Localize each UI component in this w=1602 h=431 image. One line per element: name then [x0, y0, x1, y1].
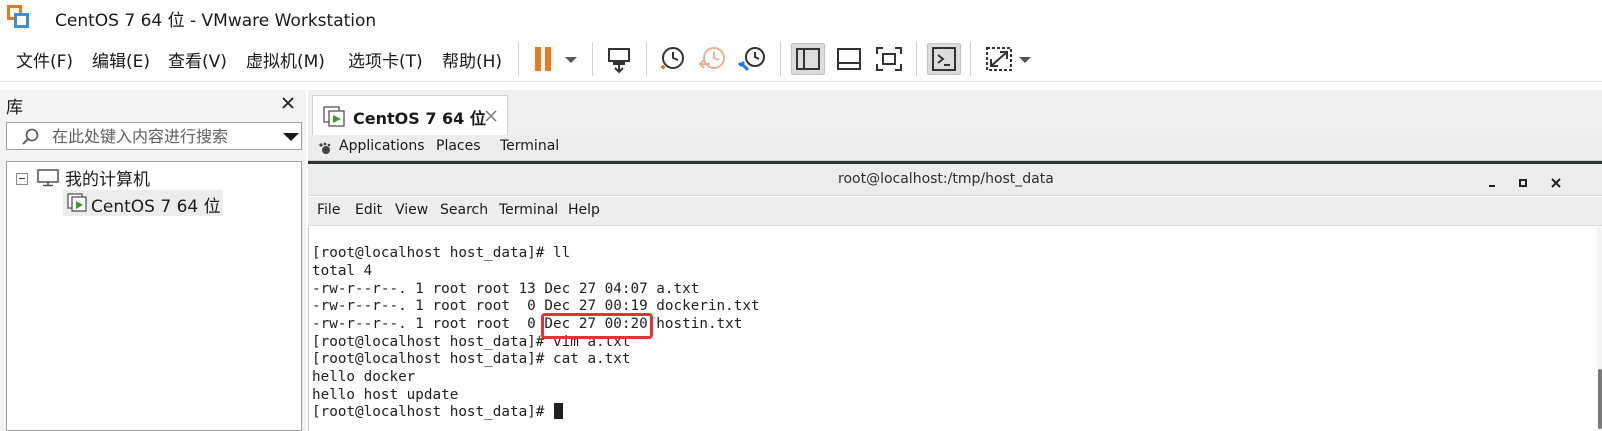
snapshot-manager-icon[interactable] [736, 43, 770, 75]
highlight-annotation [541, 313, 653, 339]
terminal-prompt-line: [root@localhost host_data]# [312, 403, 564, 421]
close-tab-icon[interactable] [484, 108, 498, 122]
menu-vm[interactable]: 虚拟机(M) [246, 47, 325, 72]
title-bar: CentOS 7 64 位 - VMware Workstation [0, 0, 1602, 34]
terminal-line: -rw-r--r--. 1 root root 0 Dec 27 00:19 d… [312, 298, 760, 314]
terminal-menu-file[interactable]: File [317, 202, 340, 218]
computer-icon [37, 169, 59, 191]
search-dropdown-icon[interactable] [283, 133, 299, 141]
collapse-toggle[interactable] [16, 173, 28, 185]
toolbar-separator [780, 42, 781, 76]
terminal-line: hello host update [312, 387, 459, 403]
terminal-menu-view[interactable]: View [395, 202, 428, 218]
stretch-guest-icon[interactable] [982, 43, 1016, 75]
menu-file[interactable]: 文件(F) [16, 47, 73, 72]
send-ctrl-alt-del-icon[interactable] [602, 43, 636, 75]
terminal-menu-terminal[interactable]: Terminal [499, 202, 558, 218]
pause-icon[interactable] [528, 43, 562, 75]
console-view-icon[interactable] [927, 43, 961, 75]
terminal-menu-search[interactable]: Search [440, 202, 488, 218]
tree-vm-label: CentOS 7 64 位 [91, 197, 221, 217]
menu-edit[interactable]: 编辑(E) [92, 47, 150, 72]
terminal-line: hello docker [312, 369, 416, 385]
terminal-prompt: [root@localhost host_data]# [312, 404, 554, 420]
tree-item-vm[interactable]: CentOS 7 64 位 [63, 190, 223, 217]
menu-view[interactable]: 查看(V) [168, 47, 227, 72]
gnome-top-bar: Applications Places Terminal [308, 135, 1602, 161]
dropdown-arrow-icon[interactable] [1014, 43, 1036, 75]
toolbar-separator [518, 42, 519, 76]
terminal-line: [root@localhost host_data]# ll [312, 245, 571, 261]
vm-icon [323, 106, 347, 132]
library-search-input[interactable] [52, 126, 272, 146]
toolbar-separator [646, 42, 647, 76]
gnome-applications-menu[interactable]: Applications [339, 138, 425, 154]
library-panel: 库 我的计算机 CentOS 7 64 位 [0, 90, 306, 431]
terminal-menubar: File Edit View Search Terminal Help [308, 197, 1602, 226]
toolbar-separator [916, 42, 917, 76]
library-title: 库 [6, 98, 23, 118]
terminal-output[interactable]: [root@localhost host_data]# ll total 4 -… [308, 227, 1602, 431]
full-screen-icon[interactable] [872, 43, 906, 75]
thumbnail-bar-icon[interactable] [832, 43, 866, 75]
maximize-icon[interactable] [1517, 174, 1529, 187]
gnome-terminal-menu[interactable]: Terminal [500, 138, 559, 154]
close-icon[interactable] [1550, 174, 1562, 188]
show-library-icon[interactable] [791, 43, 825, 75]
terminal-line: total 4 [312, 263, 373, 279]
vmware-workstation-icon [7, 5, 31, 29]
search-icon [21, 128, 41, 150]
menu-help[interactable]: 帮助(H) [442, 47, 502, 72]
terminal-line: [root@localhost host_data]# cat a.txt [312, 351, 631, 367]
tab-vm[interactable]: CentOS 7 64 位 [312, 95, 508, 135]
menu-toolbar: 文件(F) 编辑(E) 查看(V) 虚拟机(M) 选项卡(T) 帮助(H) [0, 36, 1602, 82]
revert-snapshot-icon[interactable] [696, 43, 730, 75]
tree-root-my-computer[interactable]: 我的计算机 [65, 165, 150, 190]
scrollbar-thumb[interactable] [1598, 369, 1602, 429]
toolbar-separator [592, 42, 593, 76]
terminal-menu-help[interactable]: Help [568, 202, 600, 218]
terminal-header[interactable]: root@localhost:/tmp/host_data [308, 164, 1602, 196]
library-tree: 我的计算机 CentOS 7 64 位 [6, 161, 302, 431]
gnome-places-menu[interactable]: Places [436, 138, 481, 154]
terminal-line: -rw-r--r--. 1 root root 13 Dec 27 04:07 … [312, 281, 700, 297]
menu-tabs[interactable]: 选项卡(T) [348, 47, 423, 72]
window-title: CentOS 7 64 位 - VMware Workstation [55, 11, 377, 31]
minimize-icon[interactable] [1486, 174, 1498, 187]
vm-icon [67, 193, 89, 217]
toolbar-separator [970, 42, 971, 76]
guest-display[interactable]: Applications Places Terminal root@localh… [308, 135, 1602, 431]
tab-label: CentOS 7 64 位 [353, 109, 486, 128]
terminal-cursor [554, 403, 564, 419]
library-search [6, 122, 302, 150]
close-library-icon[interactable] [280, 95, 296, 111]
terminal-line: -rw-r--r--. 1 root root 0 Dec 27 00:20 h… [312, 316, 743, 332]
dropdown-arrow-icon[interactable] [560, 43, 582, 75]
snapshot-icon[interactable] [656, 43, 690, 75]
main-area: CentOS 7 64 位 Applications Places Termin… [308, 90, 1602, 431]
terminal-menu-edit[interactable]: Edit [355, 202, 382, 218]
terminal-title: root@localhost:/tmp/host_data [838, 171, 1054, 187]
terminal-scrollbar[interactable] [1597, 227, 1602, 431]
gnome-foot-icon [318, 141, 332, 160]
